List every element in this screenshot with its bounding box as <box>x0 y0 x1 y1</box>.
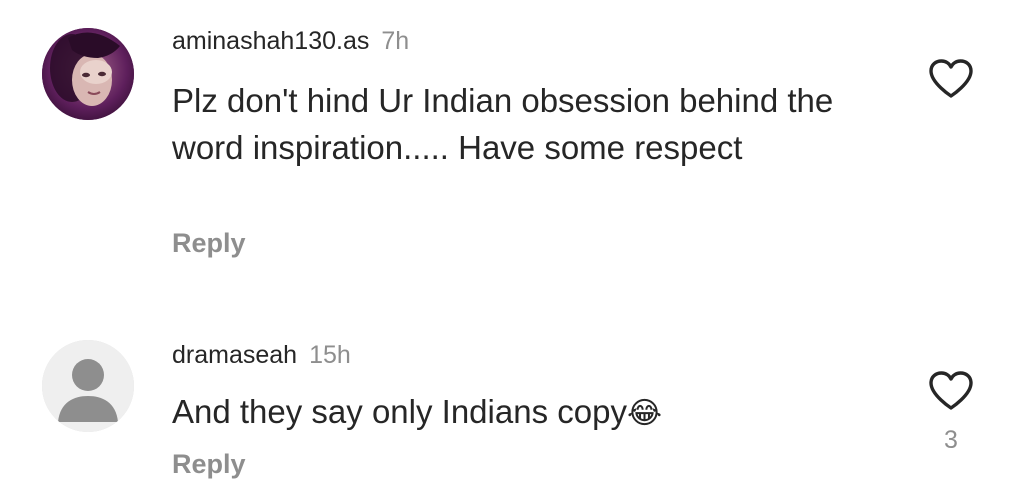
profile-photo <box>42 28 134 120</box>
comment-time: 7h <box>381 27 410 55</box>
heart-outline-icon[interactable] <box>928 58 974 100</box>
comment-username[interactable]: dramaseah <box>172 341 297 369</box>
comment-item: dramaseah 15h And they say only Indians c… <box>0 318 1024 503</box>
comment-time: 15h <box>309 341 351 369</box>
comment-meta: aminashah130.as 7h <box>172 26 409 56</box>
reply-button[interactable]: Reply <box>172 449 246 480</box>
comment-text: And they say only Indians copy😂 <box>172 388 872 437</box>
user-avatar[interactable] <box>42 28 134 120</box>
heart-outline-icon[interactable] <box>928 370 974 412</box>
comment-meta: dramaseah 15h <box>172 340 351 370</box>
comment-text-body: And they say only Indians copy <box>172 393 627 430</box>
laughing-emoji-icon: 😂 <box>626 397 663 430</box>
comment-text: Plz don't hind Ur Indian obsession behin… <box>172 82 834 166</box>
default-user-icon[interactable] <box>42 340 134 432</box>
comment-username[interactable]: aminashah130.as <box>172 27 369 55</box>
comment-item: aminashah130.as 7h Plz don't hind Ur Indi… <box>0 0 1024 290</box>
reply-button[interactable]: Reply <box>172 228 246 259</box>
like-count[interactable]: 3 <box>938 426 964 455</box>
